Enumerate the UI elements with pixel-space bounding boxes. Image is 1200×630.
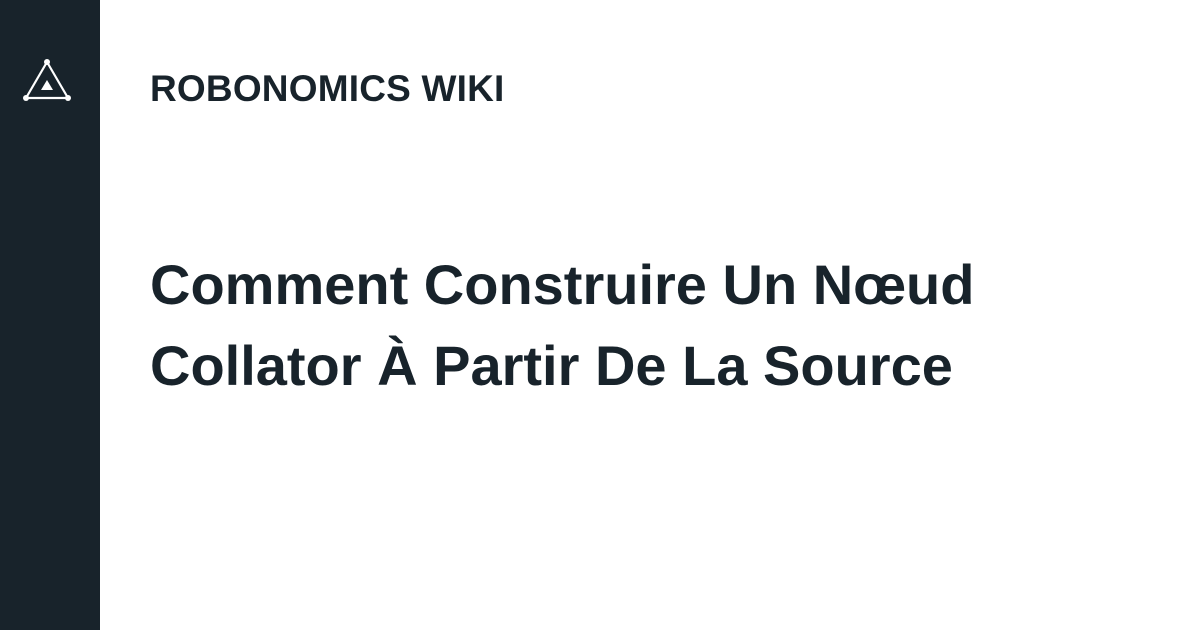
page-title: Comment Construire Un Nœud Collator À Pa… bbox=[150, 244, 1150, 406]
page-title-line-2: Collator À Partir De La Source bbox=[150, 334, 953, 397]
page-title-line-1: Comment Construire Un Nœud bbox=[150, 253, 975, 316]
og-card: ROBONOMICS WIKI Comment Construire Un Nœ… bbox=[0, 0, 1200, 630]
main-content: ROBONOMICS WIKI Comment Construire Un Nœ… bbox=[100, 0, 1200, 630]
sidebar bbox=[0, 0, 100, 630]
triangle-network-logo-icon bbox=[23, 59, 71, 101]
site-name: ROBONOMICS WIKI bbox=[150, 68, 505, 109]
